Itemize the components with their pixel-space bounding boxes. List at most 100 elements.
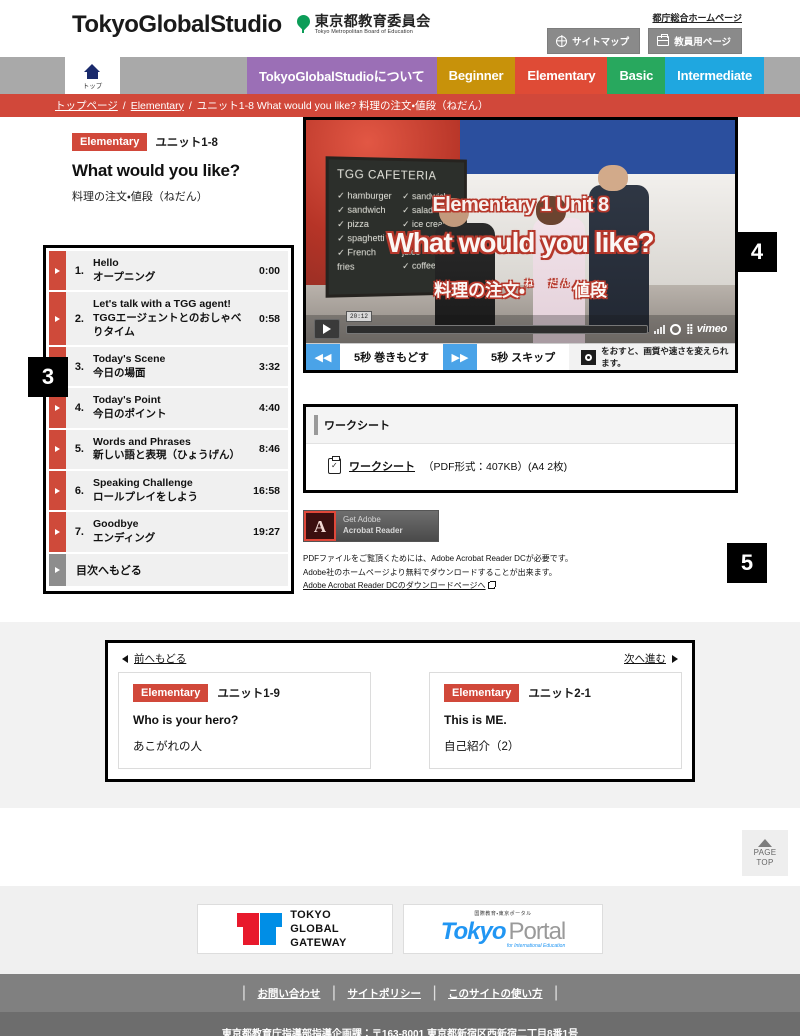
tgg-mark-icon [243,913,276,945]
gear-hint-icon [581,350,596,365]
prev-card-level-badge: Elementary [133,684,208,702]
play-arrow-icon[interactable] [49,471,66,510]
rewind-5s-label[interactable]: 5秒 巻きもどす [340,344,443,370]
brand-area[interactable]: TokyoGlobalStudio 東京都教育委員会 Tokyo Metropo… [72,11,431,39]
chapter-title-jp: 今日のポイント [93,408,244,422]
tmg-portal-link[interactable]: 都庁総合ホームページ [652,11,742,24]
prev-lesson-link-wrap[interactable]: 前へもどる [122,651,186,666]
play-arrow-icon[interactable] [49,292,66,345]
settings-gear-icon[interactable] [670,324,681,335]
teacher-page-button[interactable]: 教員用ページ [648,28,742,54]
tgg-logo-text: TOKYO GLOBAL GATEWAY [290,908,347,951]
video-bg-right [460,120,735,174]
nav-item-beginner[interactable]: Beginner [437,57,516,94]
chapter-number: 1. [66,251,86,290]
footer-link-contact[interactable]: お問い合わせ [257,988,320,1000]
menu-board-title: TGG CAFETERIA [338,167,457,187]
acrobat-area: A Get Adobe Acrobat Reader PDFファイルをご覧頂くた… [303,510,738,593]
prev-card-title-en: Who is your hero? [133,713,356,727]
chapter-timestamp: 0:58 [248,292,288,345]
tgg-logo-link[interactable]: TOKYO GLOBAL GATEWAY [197,904,393,954]
footer-link-howto[interactable]: このサイトの使い方 [448,988,543,1000]
play-arrow-icon[interactable] [49,554,66,586]
play-arrow-icon[interactable] [49,430,66,469]
video-progress-bar[interactable] [346,325,648,334]
sitemap-button[interactable]: サイトマップ [547,28,640,54]
acrobat-download-link[interactable]: Adobe Acrobat Reader DCのダウンロードページへ [303,581,486,590]
breadcrumb-item-top[interactable]: トップページ [55,98,118,113]
get-acrobat-reader-button[interactable]: A Get Adobe Acrobat Reader [303,510,439,542]
footer-links: | お問い合わせ | サイトポリシー | このサイトの使い方 | [0,974,800,1012]
next-card-level-badge: Elementary [444,684,519,702]
breadcrumb-separator: / [123,100,126,112]
chapter-list: 1. Hello オープニング 0:00 2. Let's talk with … [49,251,288,588]
nav-item-about[interactable]: TokyoGlobalStudioについて [247,57,437,94]
tokyo-portal-word-portal: Portal [509,918,566,946]
chapter-title-jp: オープニング [93,271,244,285]
tgg-logo-line3: GATEWAY [290,936,347,950]
video-progress-track[interactable]: 20:12 [346,319,648,339]
back-to-index-row[interactable]: 目次へもどる [49,554,288,588]
chapter-list-highlight: 1. Hello オープニング 0:00 2. Let's talk with … [43,245,294,594]
next-lesson-link-wrap[interactable]: 次へ進む [624,651,678,666]
footer-link-policy[interactable]: サイトポリシー [348,988,422,1000]
page-root: TokyoGlobalStudio 東京都教育委員会 Tokyo Metropo… [0,0,800,1036]
lesson-info-column: Elementary ユニット1-8 What would you like? … [72,133,294,218]
chapter-row[interactable]: 4. Today's Point 今日のポイント 4:40 [49,388,288,429]
volume-icon[interactable] [654,324,665,334]
next-lesson-card[interactable]: Elementary ユニット2-1 This is ME. 自己紹介（2） [429,672,682,769]
footer-divider: | [242,984,246,1001]
chapter-row[interactable]: 1. Hello オープニング 0:00 [49,251,288,292]
footer-divider: | [332,984,336,1001]
vimeo-logo[interactable]: vimeo [697,323,727,335]
fullscreen-icon[interactable]: ⣿ [686,324,692,335]
prev-card-unit-label: ユニット1-9 [217,685,280,701]
back-to-index-label: 目次へもどる [66,554,288,586]
prev-lesson-link[interactable]: 前へもどる [134,651,186,666]
acrobat-button-line2: Acrobat Reader [343,526,438,537]
chapter-title-en: Words and Phrases [93,436,244,450]
gear-hint: をおすと、画質や速さを変えられます。 [569,344,735,370]
breadcrumb-item-elementary[interactable]: Elementary [131,100,184,112]
pager-nav-links: 前へもどる 次へ進む [108,643,692,670]
annotation-badge-3: 3 [28,357,68,397]
arrow-up-icon [758,839,772,847]
nav-item-basic[interactable]: Basic [607,57,665,94]
skip-5s-label[interactable]: 5秒 スキップ [477,344,569,370]
nav-item-home[interactable]: トップ [65,57,120,94]
chapter-row[interactable]: 5. Words and Phrases 新しい語と表現（ひょうげん） 8:46 [49,430,288,471]
page-top-button[interactable]: PAGE TOP [742,830,788,876]
nav-item-elementary[interactable]: Elementary [515,57,607,94]
video-player[interactable]: TGG CAFETERIA ✓ hamburger ✓ sandwich ✓ p… [306,120,735,343]
chapter-number: 7. [66,512,86,551]
lesson-pager-zone: 前へもどる 次へ進む Elementary ユニット1-9 Who is you… [0,622,800,808]
skip-5s-button[interactable]: ▶▶ [443,344,477,370]
tokyo-portal-logo-link[interactable]: 国際教育・東京ポータル Tokyo Portal for Internation… [403,904,603,954]
play-button[interactable] [314,319,340,339]
site-logo[interactable]: TokyoGlobalStudio [72,11,282,39]
ginkgo-leaf-icon [296,15,311,34]
chapter-row[interactable]: 7. Goodbye エンディング 19:27 [49,512,288,553]
nav-item-intermediate[interactable]: Intermediate [665,57,764,94]
rewind-5s-button[interactable]: ◀◀ [306,344,340,370]
tgg-logo-line1: TOKYO [290,908,347,922]
worksheet-download-link[interactable]: ワークシート [349,458,415,474]
chapter-row[interactable]: 6. Speaking Challenge ロールプレイをしよう 16:58 [49,471,288,512]
worksheet-file-meta: （PDF形式：407KB）(A4 2枚) [423,459,567,474]
global-nav: トップ TokyoGlobalStudioについて Beginner Eleme… [0,57,800,94]
tmg-logo[interactable]: 東京都教育委員会 Tokyo Metropolitan Board of Edu… [296,14,431,35]
play-arrow-icon[interactable] [49,251,66,290]
play-arrow-icon[interactable] [49,512,66,551]
teacher-page-button-label: 教員用ページ [674,34,731,48]
site-header: TokyoGlobalStudio 東京都教育委員会 Tokyo Metropo… [0,0,800,57]
caret-right-icon [672,655,678,663]
prev-lesson-card[interactable]: Elementary ユニット1-9 Who is your hero? あこが… [118,672,371,769]
nav-spacer-left [0,57,65,94]
chapter-title-jp: 新しい語と表現（ひょうげん） [93,449,244,463]
chapter-row[interactable]: 3. Today's Scene 今日の場面 3:32 [49,347,288,388]
chapter-row[interactable]: 2. Let's talk with a TGG agent! TGGエージェン… [49,292,288,347]
next-lesson-link[interactable]: 次へ進む [624,651,666,666]
chapter-timestamp: 16:58 [248,471,288,510]
footer-divider: | [554,984,558,1001]
header-utility-area: 都庁総合ホームページ サイトマップ 教員用ページ [547,8,742,54]
